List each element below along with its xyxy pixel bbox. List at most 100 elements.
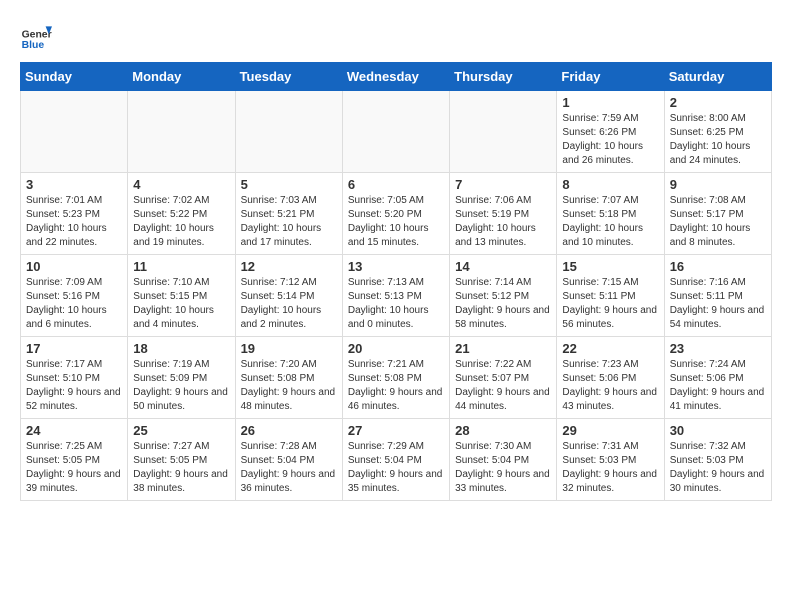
day-number: 16 [670, 259, 766, 274]
calendar-cell: 15 Sunrise: 7:15 AM Sunset: 5:11 PM Dayli… [557, 255, 664, 337]
day-number: 21 [455, 341, 551, 356]
day-info: Sunrise: 7:59 AM Sunset: 6:26 PM Dayligh… [562, 112, 658, 168]
day-info: Sunrise: 8:00 AM Sunset: 6:25 PM Dayligh… [670, 112, 766, 168]
calendar-cell: 26 Sunrise: 7:28 AM Sunset: 5:04 PM Dayli… [235, 419, 342, 501]
day-number: 18 [133, 341, 229, 356]
calendar-cell: 2 Sunrise: 8:00 AM Sunset: 6:25 PM Daylig… [664, 91, 771, 173]
day-number: 30 [670, 423, 766, 438]
calendar-header: SundayMondayTuesdayWednesdayThursdayFrid… [21, 63, 772, 91]
weekday-header-tuesday: Tuesday [235, 63, 342, 91]
svg-text:General: General [22, 30, 52, 41]
week-row-1: 3Sunrise: 7:01 AM Sunset: 5:23 PM Daylig… [21, 173, 772, 255]
calendar-cell: 8 Sunrise: 7:07 AM Sunset: 5:18 PM Daylig… [557, 173, 664, 255]
day-info: Sunrise: 7:28 AM Sunset: 5:04 PM Dayligh… [241, 440, 337, 496]
calendar-cell: 11 Sunrise: 7:10 AM Sunset: 5:15 PM Dayli… [128, 255, 235, 337]
day-info: Sunrise: 7:01 AM Sunset: 5:23 PM Dayligh… [26, 194, 122, 250]
logo-icon: General Blue [20, 20, 52, 52]
day-info: Sunrise: 7:31 AM Sunset: 5:03 PM Dayligh… [562, 440, 658, 496]
calendar-cell: 17 Sunrise: 7:17 AM Sunset: 5:10 PM Dayli… [21, 337, 128, 419]
day-info: Sunrise: 7:15 AM Sunset: 5:11 PM Dayligh… [562, 276, 658, 332]
weekday-header-wednesday: Wednesday [342, 63, 449, 91]
calendar-cell: 3Sunrise: 7:01 AM Sunset: 5:23 PM Daylig… [21, 173, 128, 255]
day-info: Sunrise: 7:08 AM Sunset: 5:17 PM Dayligh… [670, 194, 766, 250]
day-info: Sunrise: 7:07 AM Sunset: 5:18 PM Dayligh… [562, 194, 658, 250]
weekday-header-friday: Friday [557, 63, 664, 91]
calendar-cell: 6 Sunrise: 7:05 AM Sunset: 5:20 PM Daylig… [342, 173, 449, 255]
day-number: 15 [562, 259, 658, 274]
day-number: 8 [562, 177, 658, 192]
day-number: 25 [133, 423, 229, 438]
day-number: 29 [562, 423, 658, 438]
weekday-header-monday: Monday [128, 63, 235, 91]
calendar: SundayMondayTuesdayWednesdayThursdayFrid… [20, 62, 772, 501]
day-info: Sunrise: 7:29 AM Sunset: 5:04 PM Dayligh… [348, 440, 444, 496]
calendar-cell: 25 Sunrise: 7:27 AM Sunset: 5:05 PM Dayli… [128, 419, 235, 501]
weekday-header-sunday: Sunday [21, 63, 128, 91]
day-number: 19 [241, 341, 337, 356]
calendar-cell: 10 Sunrise: 7:09 AM Sunset: 5:16 PM Dayli… [21, 255, 128, 337]
week-row-0: 1 Sunrise: 7:59 AM Sunset: 6:26 PM Daylig… [21, 91, 772, 173]
calendar-cell: 16 Sunrise: 7:16 AM Sunset: 5:11 PM Dayli… [664, 255, 771, 337]
day-number: 20 [348, 341, 444, 356]
day-info: Sunrise: 7:17 AM Sunset: 5:10 PM Dayligh… [26, 358, 122, 414]
calendar-cell: 5Sunrise: 7:03 AM Sunset: 5:21 PM Daylig… [235, 173, 342, 255]
day-number: 7 [455, 177, 551, 192]
day-info: Sunrise: 7:25 AM Sunset: 5:05 PM Dayligh… [26, 440, 122, 496]
day-number: 2 [670, 95, 766, 110]
day-info: Sunrise: 7:30 AM Sunset: 5:04 PM Dayligh… [455, 440, 551, 496]
calendar-cell [128, 91, 235, 173]
day-info: Sunrise: 7:05 AM Sunset: 5:20 PM Dayligh… [348, 194, 444, 250]
day-info: Sunrise: 7:03 AM Sunset: 5:21 PM Dayligh… [241, 194, 337, 250]
day-number: 24 [26, 423, 122, 438]
calendar-cell: 23 Sunrise: 7:24 AM Sunset: 5:06 PM Dayli… [664, 337, 771, 419]
day-number: 10 [26, 259, 122, 274]
calendar-cell: 12Sunrise: 7:12 AM Sunset: 5:14 PM Dayli… [235, 255, 342, 337]
calendar-cell: 27 Sunrise: 7:29 AM Sunset: 5:04 PM Dayli… [342, 419, 449, 501]
day-number: 17 [26, 341, 122, 356]
day-info: Sunrise: 7:23 AM Sunset: 5:06 PM Dayligh… [562, 358, 658, 414]
calendar-cell: 20 Sunrise: 7:21 AM Sunset: 5:08 PM Dayli… [342, 337, 449, 419]
calendar-cell: 13Sunrise: 7:13 AM Sunset: 5:13 PM Dayli… [342, 255, 449, 337]
day-info: Sunrise: 7:24 AM Sunset: 5:06 PM Dayligh… [670, 358, 766, 414]
day-number: 11 [133, 259, 229, 274]
day-number: 6 [348, 177, 444, 192]
day-info: Sunrise: 7:14 AM Sunset: 5:12 PM Dayligh… [455, 276, 551, 332]
calendar-cell [342, 91, 449, 173]
weekday-header-saturday: Saturday [664, 63, 771, 91]
calendar-cell [450, 91, 557, 173]
day-info: Sunrise: 7:20 AM Sunset: 5:08 PM Dayligh… [241, 358, 337, 414]
day-number: 26 [241, 423, 337, 438]
day-number: 4 [133, 177, 229, 192]
svg-text:Blue: Blue [22, 40, 45, 51]
day-info: Sunrise: 7:27 AM Sunset: 5:05 PM Dayligh… [133, 440, 229, 496]
day-number: 27 [348, 423, 444, 438]
week-row-2: 10 Sunrise: 7:09 AM Sunset: 5:16 PM Dayli… [21, 255, 772, 337]
day-info: Sunrise: 7:09 AM Sunset: 5:16 PM Dayligh… [26, 276, 122, 332]
day-info: Sunrise: 7:21 AM Sunset: 5:08 PM Dayligh… [348, 358, 444, 414]
week-row-3: 17 Sunrise: 7:17 AM Sunset: 5:10 PM Dayli… [21, 337, 772, 419]
day-info: Sunrise: 7:32 AM Sunset: 5:03 PM Dayligh… [670, 440, 766, 496]
day-info: Sunrise: 7:12 AM Sunset: 5:14 PM Dayligh… [241, 276, 337, 332]
calendar-cell: 24 Sunrise: 7:25 AM Sunset: 5:05 PM Dayli… [21, 419, 128, 501]
day-info: Sunrise: 7:13 AM Sunset: 5:13 PM Dayligh… [348, 276, 444, 332]
calendar-cell: 7 Sunrise: 7:06 AM Sunset: 5:19 PM Daylig… [450, 173, 557, 255]
weekday-header-thursday: Thursday [450, 63, 557, 91]
logo: General Blue [20, 20, 56, 52]
day-info: Sunrise: 7:16 AM Sunset: 5:11 PM Dayligh… [670, 276, 766, 332]
calendar-body: 1 Sunrise: 7:59 AM Sunset: 6:26 PM Daylig… [21, 91, 772, 501]
day-number: 22 [562, 341, 658, 356]
calendar-cell: 29 Sunrise: 7:31 AM Sunset: 5:03 PM Dayli… [557, 419, 664, 501]
day-info: Sunrise: 7:06 AM Sunset: 5:19 PM Dayligh… [455, 194, 551, 250]
day-number: 23 [670, 341, 766, 356]
day-number: 9 [670, 177, 766, 192]
day-number: 1 [562, 95, 658, 110]
calendar-cell: 28Sunrise: 7:30 AM Sunset: 5:04 PM Dayli… [450, 419, 557, 501]
calendar-cell: 9 Sunrise: 7:08 AM Sunset: 5:17 PM Daylig… [664, 173, 771, 255]
day-info: Sunrise: 7:10 AM Sunset: 5:15 PM Dayligh… [133, 276, 229, 332]
header: General Blue [20, 20, 772, 52]
calendar-cell [235, 91, 342, 173]
calendar-cell: 30 Sunrise: 7:32 AM Sunset: 5:03 PM Dayli… [664, 419, 771, 501]
day-info: Sunrise: 7:22 AM Sunset: 5:07 PM Dayligh… [455, 358, 551, 414]
weekday-row: SundayMondayTuesdayWednesdayThursdayFrid… [21, 63, 772, 91]
calendar-cell: 19 Sunrise: 7:20 AM Sunset: 5:08 PM Dayli… [235, 337, 342, 419]
